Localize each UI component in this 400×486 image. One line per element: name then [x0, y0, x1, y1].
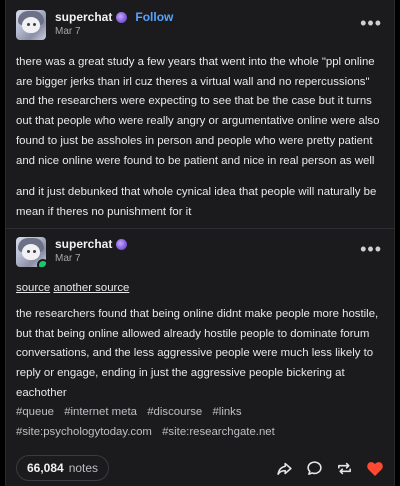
post-date[interactable]: Mar 7	[55, 25, 173, 39]
more-options-icon[interactable]: •••	[360, 14, 382, 32]
source-links: source another source	[16, 282, 129, 294]
post1-paragraph-1: there was a great study a few years that…	[16, 56, 380, 167]
share-icon[interactable]	[276, 460, 293, 477]
post1-paragraph-2: and it just debunked that whole cynical …	[16, 186, 377, 218]
online-status-dot	[37, 259, 46, 267]
post-date[interactable]: Mar 7	[55, 252, 127, 266]
tag[interactable]: #discourse	[147, 406, 202, 418]
tag-list: #queue #internet meta #discourse #links …	[16, 403, 386, 442]
post-footer: 66,084 notes	[16, 455, 384, 481]
post2-body: the researchers found that being online …	[16, 305, 386, 404]
username[interactable]: superchat	[55, 237, 112, 251]
tag[interactable]: #queue	[16, 406, 54, 418]
post-frame: superchat Follow Mar 7 ••• there was a g…	[5, 0, 395, 486]
notes-label: notes	[68, 461, 99, 475]
more-options-icon[interactable]: •••	[360, 240, 382, 258]
purple-badge-icon	[116, 238, 128, 250]
another-source-link[interactable]: another source	[53, 282, 129, 294]
like-icon[interactable]	[366, 460, 384, 477]
username[interactable]: superchat	[55, 10, 112, 24]
avatar[interactable]	[16, 10, 46, 40]
follow-button[interactable]: Follow	[135, 10, 173, 24]
post-actions	[276, 460, 384, 477]
source-link[interactable]: source	[16, 282, 50, 294]
notes-count: 66,084	[27, 461, 64, 475]
tag[interactable]: #internet meta	[64, 406, 137, 418]
tag[interactable]: #site:psychologytoday.com	[16, 426, 152, 438]
post2-paragraph: the researchers found that being online …	[16, 308, 379, 399]
post1-header: superchat Follow Mar 7	[16, 10, 173, 46]
post-divider	[6, 228, 394, 229]
post2-header: superchat Mar 7	[16, 237, 128, 273]
tag[interactable]: #site:researchgate.net	[162, 426, 275, 438]
tag[interactable]: #links	[212, 406, 241, 418]
reblog-icon[interactable]	[336, 460, 353, 477]
reply-icon[interactable]	[306, 460, 323, 477]
notes-button[interactable]: 66,084 notes	[16, 455, 110, 481]
avatar[interactable]	[16, 237, 46, 267]
post1-body: there was a great study a few years that…	[16, 53, 386, 223]
purple-badge-icon	[116, 11, 128, 23]
